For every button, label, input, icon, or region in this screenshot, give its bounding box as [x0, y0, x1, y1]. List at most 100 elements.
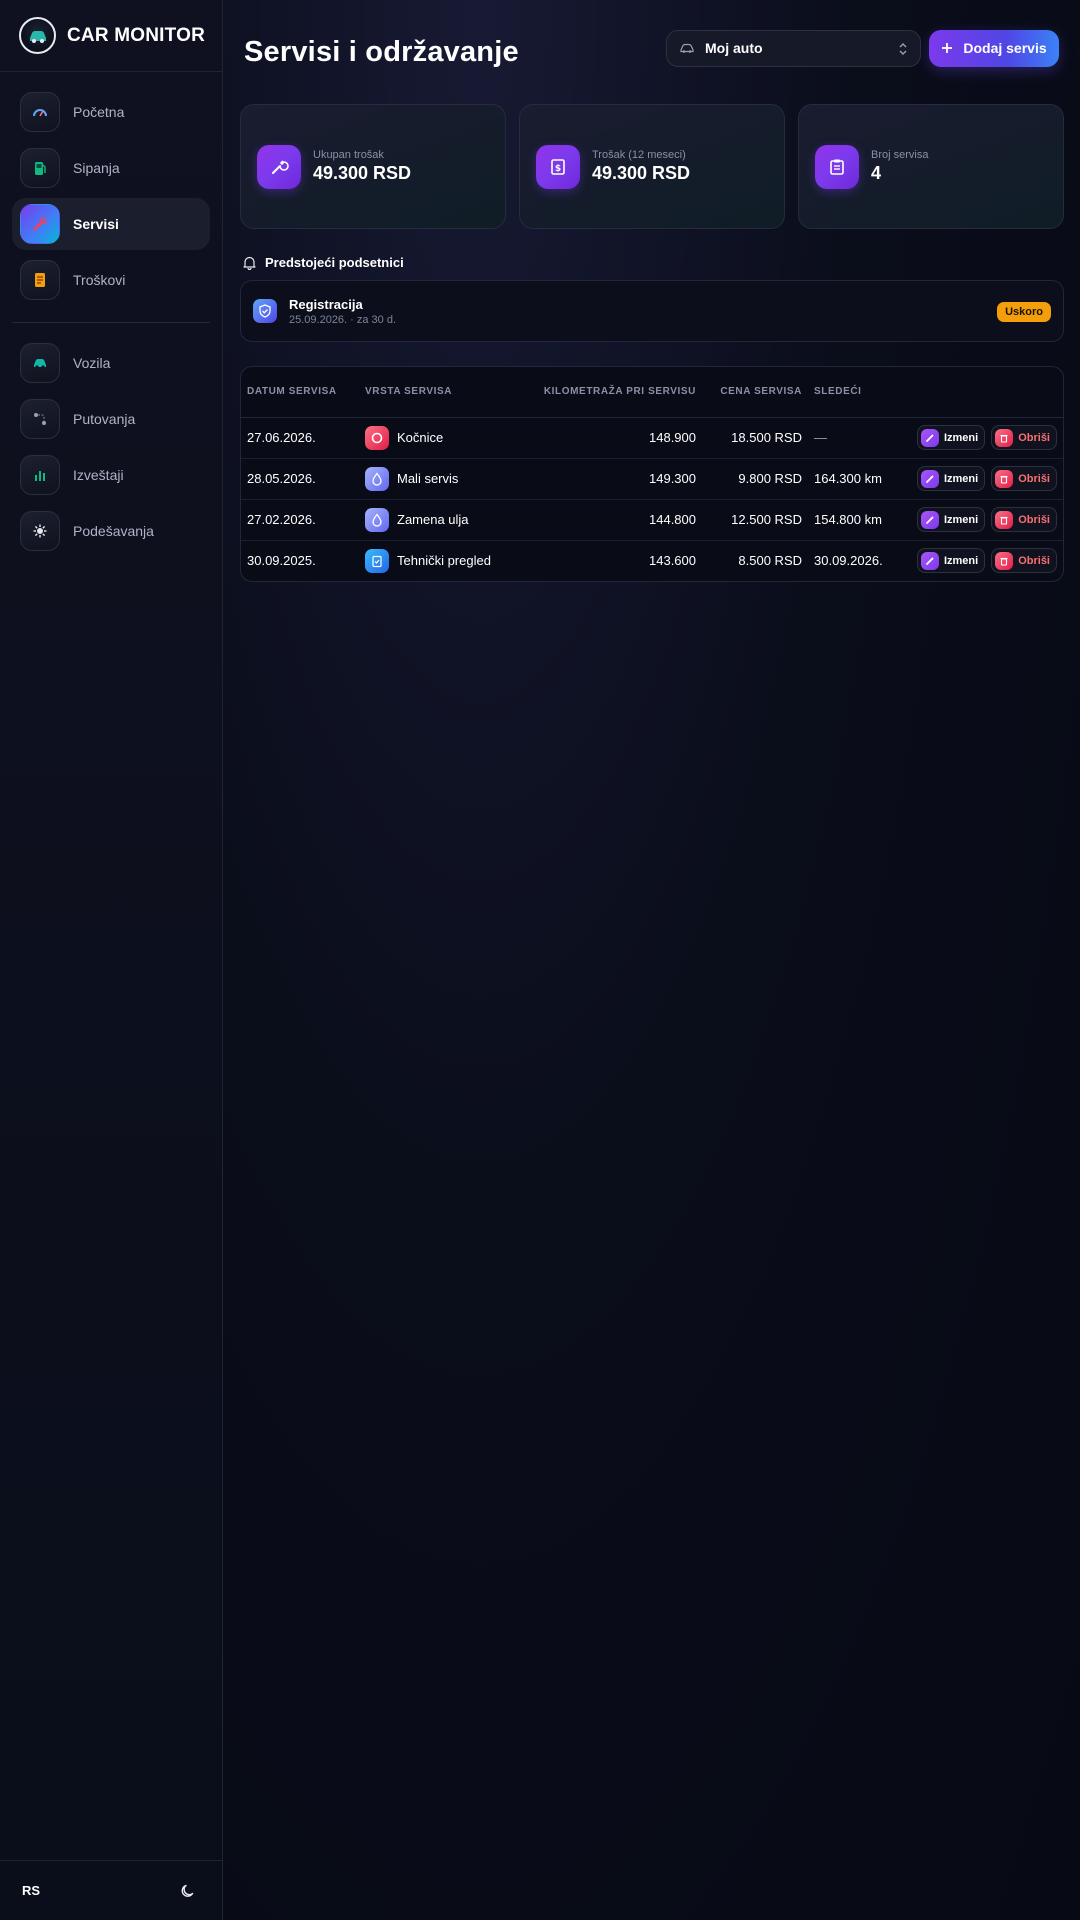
sidebar-nav: Početna Sipanja Servisi Troškovi Vozila …	[0, 72, 222, 557]
cell-next: 30.09.2026.	[814, 553, 883, 569]
pencil-icon	[920, 551, 939, 570]
main-content: Servisi i održavanje Moj auto Dodaj serv…	[223, 0, 1080, 1920]
stat-card-cost-12-months: $ Trošak (12 meseci) 49.300 RSD	[519, 104, 785, 229]
sidebar-item-label: Troškovi	[73, 272, 126, 288]
column-header-mileage[interactable]: KILOMETRAŽA PRI SERVISU	[519, 367, 702, 418]
delete-button[interactable]: Obriši	[991, 466, 1057, 491]
wrench-icon	[20, 204, 60, 244]
chevron-updown-icon	[899, 42, 907, 55]
sidebar-item-podesavanja[interactable]: Podešavanja	[12, 505, 210, 557]
brake-icon	[365, 425, 389, 450]
route-icon	[20, 399, 60, 439]
stats-row: Ukupan trošak 49.300 RSD $ Trošak (12 me…	[240, 104, 1064, 229]
language-toggle[interactable]: RS	[22, 1883, 40, 1898]
cell-type: Zamena ulja	[359, 499, 519, 541]
edit-button[interactable]: Izmeni	[916, 466, 986, 491]
pencil-icon	[920, 428, 939, 447]
reminders-header: Predstojeći podsetnici	[242, 255, 1064, 270]
stat-label: Ukupan trošak	[313, 149, 384, 161]
sidebar-item-servisi[interactable]: Servisi	[12, 198, 210, 250]
receipt-icon: $	[536, 144, 580, 189]
pencil-icon	[920, 469, 939, 488]
receipt-icon	[20, 260, 60, 300]
edit-button[interactable]: Izmeni	[916, 507, 986, 532]
fuel-icon	[20, 148, 60, 188]
cell-price: 9.800 RSD	[702, 458, 808, 500]
column-header-date[interactable]: DATUM SERVISA	[241, 367, 359, 418]
column-header-actions	[908, 367, 1063, 418]
edit-label: Izmeni	[943, 472, 979, 485]
delete-label: Obriši	[1018, 431, 1050, 444]
delete-button[interactable]: Obriši	[991, 507, 1057, 532]
oil-drop-icon	[365, 507, 389, 532]
sidebar-item-label: Sipanja	[73, 160, 120, 176]
sidebar-item-label: Vozila	[73, 355, 111, 371]
edit-button[interactable]: Izmeni	[916, 548, 986, 574]
vehicle-select[interactable]: Moj auto	[666, 29, 921, 67]
sidebar-item-sipanja[interactable]: Sipanja	[12, 142, 210, 194]
gear-icon	[20, 511, 60, 551]
status-badge: Uskoro	[997, 302, 1051, 322]
cell-next: 154.800 km	[808, 499, 908, 541]
delete-label: Obriši	[1018, 513, 1050, 526]
car-icon	[20, 343, 60, 383]
cell-type: Kočnice	[359, 417, 519, 459]
table-row: 28.05.2026. Mali servis 149.300 9.800 RS…	[241, 458, 1063, 500]
cell-date: 27.06.2026.	[241, 417, 359, 459]
shield-check-icon	[253, 299, 277, 323]
page-header: Servisi i održavanje Moj auto Dodaj serv…	[240, 0, 1064, 104]
stat-label: Broj servisa	[871, 149, 929, 161]
stat-card-service-count: Broj servisa 4	[798, 104, 1064, 229]
sidebar-item-izvestaji[interactable]: Izveštaji	[12, 449, 210, 501]
cell-actions: Izmeni Obriši	[908, 458, 1063, 500]
sidebar-divider	[12, 322, 210, 323]
sidebar-item-pocetna[interactable]: Početna	[12, 86, 210, 138]
service-type-label: Tehnički pregled	[397, 553, 491, 569]
column-header-price[interactable]: CENA SERVISA	[702, 367, 808, 418]
column-header-type[interactable]: VRSTA SERVISA	[359, 367, 519, 418]
trash-icon	[995, 510, 1014, 529]
sidebar-item-vozila[interactable]: Vozila	[12, 337, 210, 389]
trash-icon	[995, 551, 1014, 570]
header-actions: Moj auto Dodaj servis	[666, 29, 1059, 67]
oil-drop-icon	[365, 466, 389, 491]
cell-mileage: 149.300	[519, 458, 702, 500]
column-header-next[interactable]: SLEDEĆI	[808, 367, 908, 418]
table-row: 30.09.2025. Tehnički pregled 143.600 8.5…	[241, 540, 1063, 581]
car-outline-icon	[680, 43, 694, 53]
trash-icon	[995, 428, 1014, 447]
table-row: 27.02.2026. Zamena ulja 144.800 12.500 R…	[241, 499, 1063, 541]
cell-type: Tehnički pregled	[359, 540, 519, 581]
stat-label: Trošak (12 meseci)	[592, 149, 686, 161]
edit-button[interactable]: Izmeni	[916, 425, 986, 450]
sidebar: CAR MONITOR Početna Sipanja Servisi Troš…	[0, 0, 223, 1920]
add-service-button[interactable]: Dodaj servis	[929, 29, 1059, 67]
stat-value: 4	[871, 163, 882, 183]
delete-button[interactable]: Obriši	[991, 425, 1057, 450]
edit-label: Izmeni	[943, 513, 979, 526]
brand[interactable]: CAR MONITOR	[0, 0, 222, 72]
pencil-icon	[920, 510, 939, 529]
table-header-row: DATUM SERVISA VRSTA SERVISA KILOMETRAŽA …	[241, 367, 1063, 418]
moon-icon[interactable]	[176, 1879, 200, 1903]
cell-next: —	[808, 417, 908, 459]
clipboard-icon	[815, 144, 859, 189]
stat-value: 49.300 RSD	[313, 163, 412, 183]
reminder-item[interactable]: Registracija 25.09.2026. · za 30 d. Usko…	[240, 280, 1064, 342]
service-type-label: Kočnice	[397, 430, 444, 445]
stat-value: 49.300 RSD	[592, 163, 691, 183]
cell-actions: Izmeni Obriši	[908, 499, 1063, 541]
bell-icon	[243, 256, 256, 270]
cell-actions: Izmeni Obriši	[908, 417, 1063, 459]
trash-icon	[995, 469, 1014, 488]
table-row: 27.06.2026. Kočnice 148.900 18.500 RSD —…	[241, 417, 1063, 459]
sidebar-item-troskovi[interactable]: Troškovi	[12, 254, 210, 306]
cell-actions: Izmeni Obriši	[908, 540, 1063, 581]
sidebar-item-putovanja[interactable]: Putovanja	[12, 393, 210, 445]
delete-button[interactable]: Obriši	[991, 548, 1057, 574]
delete-label: Obriši	[1018, 472, 1050, 485]
vehicle-select-value: Moj auto	[705, 40, 763, 56]
cell-date: 27.02.2026.	[241, 499, 359, 541]
cell-type: Mali servis	[359, 458, 519, 500]
car-logo-icon	[19, 17, 56, 54]
